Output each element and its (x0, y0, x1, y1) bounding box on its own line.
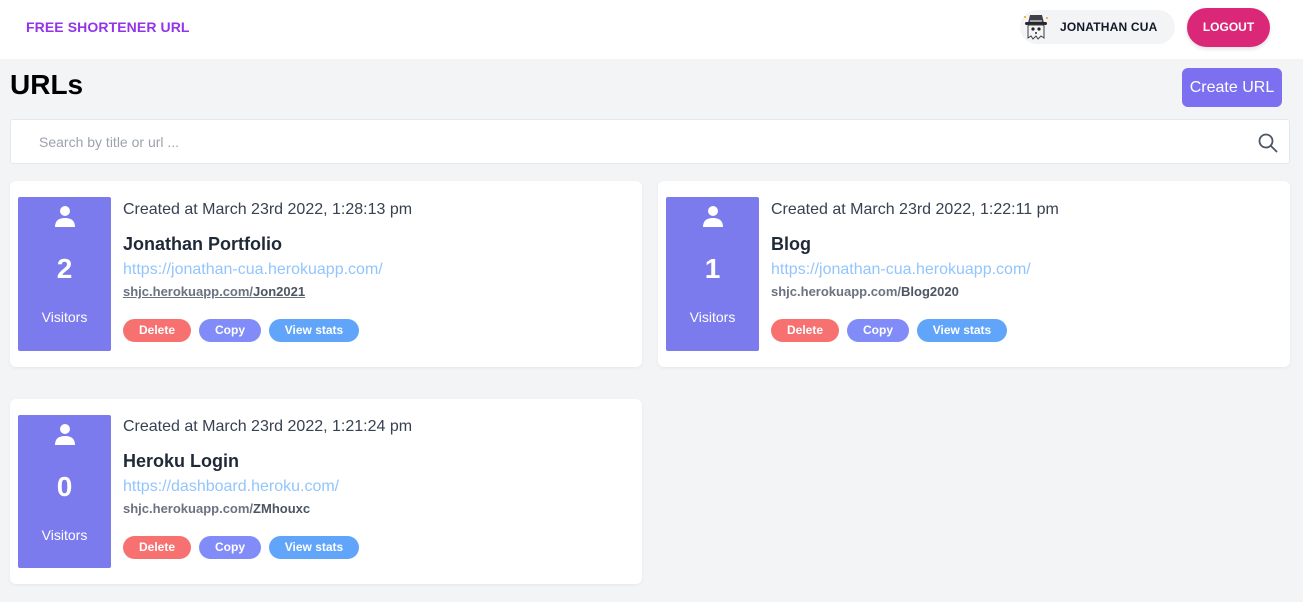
short-url-link[interactable]: shjc.herokuapp.com/ZMhouxc (123, 501, 310, 516)
navbar: FREE SHORTENER URL JONATHAN CUA LOGOUT (0, 0, 1303, 59)
create-url-button[interactable]: Create URL (1182, 68, 1282, 107)
delete-button[interactable]: Delete (771, 319, 839, 342)
url-card: 0 Visitors Created at March 23rd 2022, 1… (10, 399, 642, 584)
search-icon[interactable] (1257, 132, 1279, 154)
visitors-box: 1 Visitors (666, 197, 759, 351)
original-url-link[interactable]: https://jonathan-cua.herokuapp.com/ (771, 261, 1031, 279)
visitor-label: Visitors (41, 527, 88, 543)
person-icon (55, 206, 75, 227)
user-name: JONATHAN CUA (1060, 20, 1158, 34)
delete-button[interactable]: Delete (123, 319, 191, 342)
visitor-count: 0 (56, 471, 73, 502)
visitors-box: 0 Visitors (18, 415, 111, 568)
url-title: Blog (771, 234, 811, 254)
short-url-link[interactable]: shjc.herokuapp.com/Jon2021 (123, 284, 305, 299)
url-card: 1 Visitors Created at March 23rd 2022, 1… (658, 181, 1290, 367)
short-url-slug: ZMhouxc (253, 501, 311, 516)
original-url-link[interactable]: https://dashboard.heroku.com/ (123, 478, 339, 496)
person-icon (55, 424, 75, 445)
search-input[interactable] (39, 132, 1239, 152)
delete-button[interactable]: Delete (123, 536, 191, 559)
avatar-icon (1024, 15, 1048, 40)
visitor-count: 2 (56, 253, 73, 284)
short-url-slug: Jon2021 (253, 284, 306, 299)
page-title: URLs (10, 69, 84, 100)
short-url-link[interactable]: shjc.herokuapp.com/Blog2020 (771, 284, 959, 299)
visitor-label: Visitors (41, 309, 88, 325)
copy-button[interactable]: Copy (199, 319, 261, 342)
url-title: Jonathan Portfolio (123, 234, 282, 254)
visitor-count: 1 (704, 253, 721, 284)
short-url-slug: Blog2020 (901, 284, 959, 299)
view-stats-button[interactable]: View stats (917, 319, 1007, 342)
copy-button[interactable]: Copy (199, 536, 261, 559)
view-stats-button[interactable]: View stats (269, 319, 359, 342)
url-title: Heroku Login (123, 451, 239, 471)
view-stats-button[interactable]: View stats (269, 536, 359, 559)
brand-logo-text[interactable]: FREE SHORTENER URL (26, 19, 190, 35)
search-bar (10, 119, 1290, 164)
created-date: Created at March 23rd 2022, 1:28:13 pm (123, 201, 413, 218)
user-menu[interactable]: JONATHAN CUA (1020, 10, 1175, 44)
original-url-link[interactable]: https://jonathan-cua.herokuapp.com/ (123, 261, 383, 279)
created-date: Created at March 23rd 2022, 1:22:11 pm (771, 201, 1059, 218)
visitor-label: Visitors (689, 309, 736, 325)
short-url-domain: shjc.herokuapp.com/ (771, 284, 902, 299)
url-card: 2 Visitors Created at March 23rd 2022, 1… (10, 181, 642, 367)
copy-button[interactable]: Copy (847, 319, 909, 342)
short-url-domain: shjc.herokuapp.com/ (123, 501, 254, 516)
created-date: Created at March 23rd 2022, 1:21:24 pm (123, 418, 413, 435)
person-icon (703, 206, 723, 227)
logout-button[interactable]: LOGOUT (1187, 8, 1270, 47)
visitors-box: 2 Visitors (18, 197, 111, 351)
short-url-domain: shjc.herokuapp.com/ (123, 284, 254, 299)
